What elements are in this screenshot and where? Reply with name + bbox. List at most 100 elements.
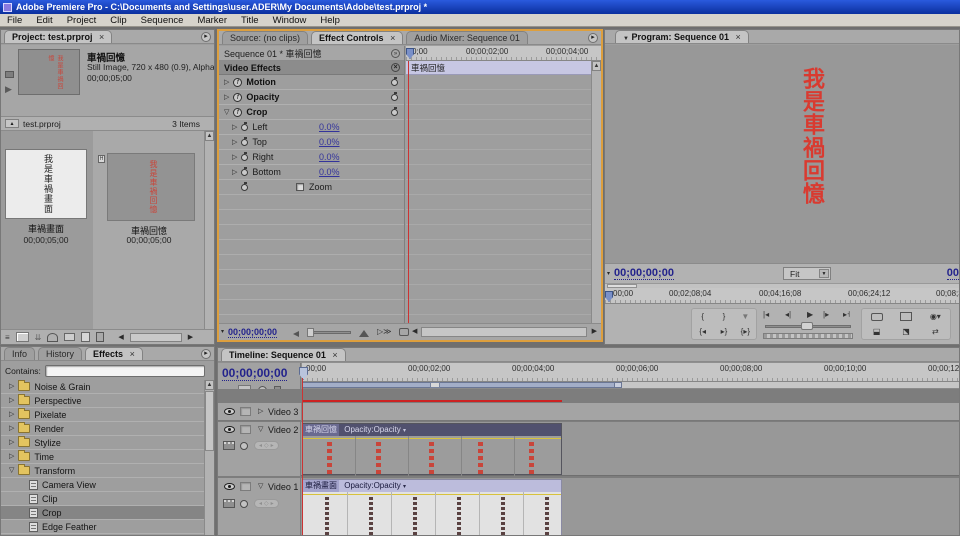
playhead-head-icon[interactable] bbox=[406, 48, 414, 59]
opacity-rubber-band[interactable] bbox=[303, 438, 561, 439]
set-marker-button[interactable]: ▼ bbox=[741, 312, 749, 322]
folder-render[interactable]: ▷Render bbox=[1, 422, 204, 436]
effect-clip[interactable]: Clip bbox=[1, 492, 204, 506]
param-row-left[interactable]: ▷ Left 0.0% bbox=[219, 120, 404, 135]
delete-icon[interactable] bbox=[96, 332, 104, 342]
dropdown-arrow-icon[interactable]: ▾ bbox=[403, 484, 406, 490]
expand-icon[interactable]: ▷ bbox=[9, 397, 14, 404]
fx-enabled-icon[interactable]: f bbox=[233, 93, 242, 102]
folder-perspective[interactable]: ▷Perspective bbox=[1, 394, 204, 408]
hscroll-left-icon[interactable]: ◀ bbox=[412, 328, 417, 335]
window-titlebar[interactable]: Adobe Premiere Pro - C:\Documents and Se… bbox=[0, 0, 960, 14]
expand-icon[interactable]: ▷ bbox=[224, 79, 229, 86]
set-display-style-icon[interactable] bbox=[223, 499, 235, 508]
tab-source[interactable]: Source: (no clips) bbox=[222, 31, 308, 44]
expand-icon[interactable]: ▷ bbox=[224, 94, 229, 101]
param-value[interactable]: 0.0% bbox=[319, 122, 340, 132]
collapse-icon[interactable]: ▽ bbox=[9, 467, 14, 474]
zoom-in-icon[interactable] bbox=[359, 330, 369, 337]
ec-zoom-slider-thumb[interactable] bbox=[307, 328, 314, 337]
effect-camera-view[interactable]: Camera View bbox=[1, 478, 204, 492]
loop-icon[interactable] bbox=[399, 328, 409, 336]
scroll-up-icon[interactable]: ▲ bbox=[205, 131, 214, 141]
poster-frame-icon[interactable] bbox=[5, 71, 14, 78]
param-row-bottom[interactable]: ▷ Bottom 0.0% bbox=[219, 165, 404, 180]
program-ruler[interactable]: 00;00 00;02;08;04 00;04;16;08 00;06;24;1… bbox=[605, 288, 959, 304]
menu-title[interactable]: Title bbox=[234, 15, 266, 26]
param-value[interactable]: 0.0% bbox=[319, 137, 340, 147]
go-to-in-button[interactable]: {◂ bbox=[699, 327, 706, 337]
play-button[interactable]: ▶ bbox=[807, 310, 813, 320]
menu-project[interactable]: Project bbox=[60, 15, 104, 26]
close-icon[interactable]: × bbox=[332, 350, 337, 360]
menu-sequence[interactable]: Sequence bbox=[134, 15, 191, 26]
menu-file[interactable]: File bbox=[0, 15, 29, 26]
close-icon[interactable]: × bbox=[390, 33, 395, 43]
timeline-timecode[interactable]: 00;00;00;00 bbox=[222, 366, 287, 381]
close-icon[interactable]: × bbox=[99, 32, 104, 42]
playhead-head-icon[interactable] bbox=[605, 291, 613, 302]
expand-icon[interactable]: ▷ bbox=[232, 124, 237, 131]
tab-timeline[interactable]: Timeline: Sequence 01 × bbox=[221, 348, 346, 361]
go-to-next-edit-button[interactable]: ▸˧ bbox=[843, 310, 850, 320]
param-row-right[interactable]: ▷ Right 0.0% bbox=[219, 150, 404, 165]
step-back-button[interactable]: ◂| bbox=[785, 310, 791, 320]
toggle-animation-icon[interactable] bbox=[241, 169, 248, 176]
folder-time[interactable]: ▷Time bbox=[1, 450, 204, 464]
set-out-point-button[interactable]: } bbox=[723, 312, 726, 322]
folder-transform[interactable]: ▽Transform bbox=[1, 464, 204, 478]
tab-audio-mixer[interactable]: Audio Mixer: Sequence 01 bbox=[406, 31, 528, 44]
expand-icon[interactable]: ▷ bbox=[9, 439, 14, 446]
menu-clip[interactable]: Clip bbox=[103, 15, 133, 26]
add-keyframe-icon[interactable]: ◇ bbox=[264, 500, 269, 507]
go-to-previous-edit-button[interactable]: |◂ bbox=[763, 310, 769, 320]
item-label[interactable]: 車禍畫面 bbox=[3, 222, 89, 235]
next-keyframe-icon[interactable]: ▸ bbox=[271, 500, 274, 507]
effect-row-crop[interactable]: ▽ f Crop bbox=[219, 105, 404, 120]
icon-view-icon[interactable] bbox=[16, 332, 29, 342]
lift-button[interactable]: ⬓ bbox=[873, 327, 881, 337]
show-keyframes-icon[interactable] bbox=[240, 442, 248, 450]
menu-marker[interactable]: Marker bbox=[190, 15, 234, 26]
scroll-up-icon[interactable]: ▲ bbox=[205, 380, 214, 390]
prev-keyframe-icon[interactable]: ◂ bbox=[259, 500, 262, 507]
panel-menu-icon[interactable]: ▸ bbox=[201, 349, 211, 359]
play-around-icon[interactable]: ▷≫ bbox=[377, 327, 392, 337]
jog-disk[interactable] bbox=[763, 333, 853, 339]
h-scroll-thumb[interactable] bbox=[130, 333, 182, 342]
collapse-track-icon[interactable]: ▽ bbox=[258, 483, 263, 490]
tab-effects[interactable]: Effects × bbox=[85, 347, 143, 360]
safe-margins-button[interactable] bbox=[900, 312, 912, 321]
tab-project[interactable]: Project: test.prproj × bbox=[4, 30, 112, 43]
stopwatch-icon[interactable] bbox=[391, 94, 398, 101]
collapse-track-icon[interactable]: ▽ bbox=[258, 426, 263, 433]
ec-playhead-line[interactable] bbox=[408, 61, 409, 323]
menu-help[interactable]: Help bbox=[313, 15, 347, 26]
clip-keyframe-mode[interactable]: Opacity:Opacity bbox=[341, 425, 400, 434]
prev-keyframe-icon[interactable]: ◂ bbox=[259, 442, 262, 449]
panel-flyout-icon[interactable]: ▼ bbox=[623, 36, 629, 42]
work-area-center-handle[interactable] bbox=[430, 382, 440, 388]
bin-path-label[interactable]: test.prproj bbox=[23, 119, 61, 129]
close-icon[interactable]: × bbox=[130, 349, 135, 359]
hscroll-right-icon[interactable]: ▶ bbox=[592, 328, 597, 335]
tab-program[interactable]: ▼ Program: Sequence 01 × bbox=[615, 30, 749, 43]
clip-video1[interactable]: 車禍畫面 Opacity:Opacity ▾ bbox=[302, 479, 562, 536]
ec-vscrollbar[interactable]: ▲ bbox=[591, 61, 601, 323]
close-icon[interactable]: × bbox=[736, 32, 741, 42]
effects-scrollbar[interactable]: ▲ bbox=[204, 380, 214, 535]
toggle-animation-icon[interactable] bbox=[241, 124, 248, 131]
expand-icon[interactable]: ▷ bbox=[9, 383, 14, 390]
collapse-group-icon[interactable]: » bbox=[391, 49, 400, 58]
dropdown-arrow-icon[interactable]: ▾ bbox=[403, 428, 406, 434]
work-area-track[interactable] bbox=[302, 382, 959, 389]
go-to-out-button[interactable]: ▸} bbox=[721, 327, 728, 337]
toggle-animation-icon[interactable] bbox=[241, 139, 248, 146]
track-lock-box[interactable] bbox=[240, 482, 251, 491]
scroll-right-icon[interactable]: ▶ bbox=[188, 334, 193, 341]
project-item[interactable]: 我是車禍畫面 車禍畫面 00;00;05;00 bbox=[3, 149, 89, 245]
work-area-bar[interactable] bbox=[302, 382, 622, 388]
hide-timeline-view-icon[interactable]: × bbox=[391, 63, 400, 72]
effect-crop-selected[interactable]: Crop bbox=[1, 506, 204, 520]
new-item-icon[interactable] bbox=[81, 332, 90, 342]
